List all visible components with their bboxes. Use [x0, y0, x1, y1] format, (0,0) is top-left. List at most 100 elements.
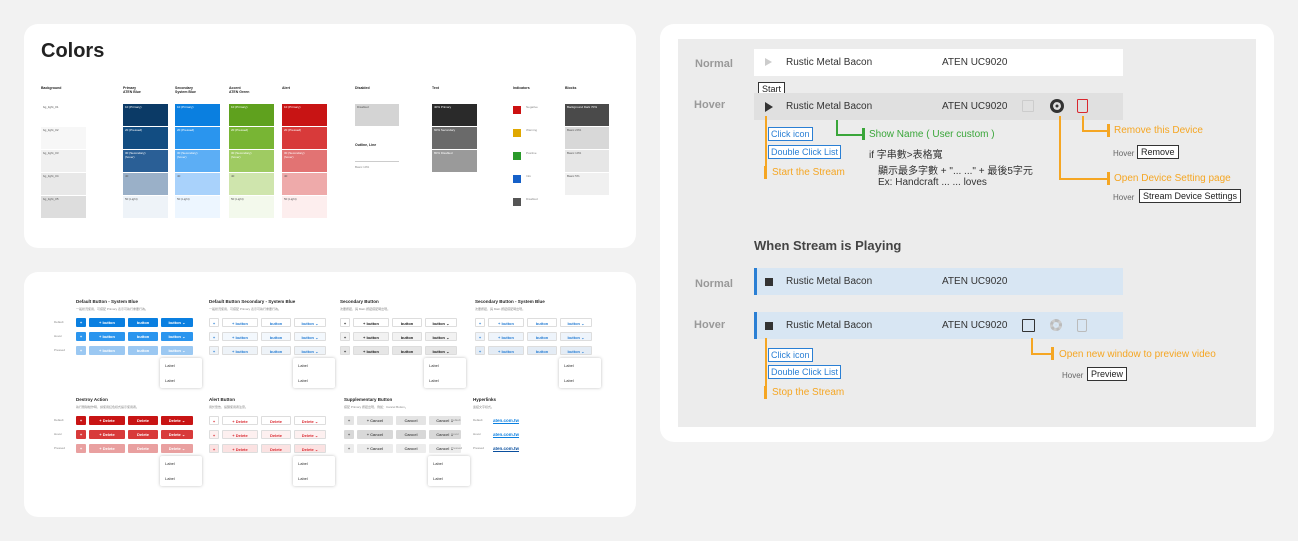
- button[interactable]: button: [261, 346, 291, 355]
- dropdown-item[interactable]: Label: [160, 456, 202, 471]
- button[interactable]: button: [392, 346, 422, 355]
- dropdown-item[interactable]: Label: [293, 456, 335, 471]
- button-with-icon[interactable]: + Delete: [89, 430, 125, 439]
- dropdown-item[interactable]: Label: [428, 456, 470, 471]
- dropdown-button[interactable]: button ⌄: [294, 346, 326, 355]
- dropdown-button[interactable]: button ⌄: [425, 332, 457, 341]
- button-with-icon[interactable]: + Cancel: [357, 444, 393, 453]
- icon-button[interactable]: +: [344, 416, 354, 425]
- icon-button[interactable]: +: [475, 318, 485, 327]
- device-row-playing-hover[interactable]: Rustic Metal Bacon ATEN UC9020: [754, 312, 1123, 339]
- button-with-icon[interactable]: + Delete: [222, 416, 258, 425]
- button[interactable]: Delete: [128, 444, 158, 453]
- icon-button[interactable]: +: [344, 430, 354, 439]
- button[interactable]: Delete: [261, 416, 291, 425]
- gear-icon[interactable]: [1050, 99, 1064, 113]
- icon-button[interactable]: +: [209, 318, 219, 327]
- icon-button[interactable]: +: [76, 318, 86, 327]
- icon-button[interactable]: +: [340, 318, 350, 327]
- button-with-icon[interactable]: + button: [222, 332, 258, 341]
- button-with-icon[interactable]: + button: [89, 332, 125, 341]
- device-row-playing-normal[interactable]: Rustic Metal Bacon ATEN UC9020: [754, 268, 1123, 295]
- dropdown-button[interactable]: Delete ⌄: [161, 416, 193, 425]
- icon-button[interactable]: +: [475, 332, 485, 341]
- dropdown-button[interactable]: button ⌄: [560, 318, 592, 327]
- button-with-icon[interactable]: + Cancel: [357, 430, 393, 439]
- icon-button[interactable]: +: [76, 444, 86, 453]
- dropdown-button[interactable]: button ⌄: [161, 346, 193, 355]
- dropdown-button[interactable]: Delete ⌄: [161, 430, 193, 439]
- dropdown-item[interactable]: Label: [293, 358, 335, 373]
- icon-button[interactable]: +: [344, 444, 354, 453]
- dropdown-button[interactable]: Delete ⌄: [161, 444, 193, 453]
- dropdown-item[interactable]: Label: [428, 471, 470, 486]
- trash-icon[interactable]: [1077, 99, 1088, 113]
- dropdown-button[interactable]: Delete ⌄: [294, 430, 326, 439]
- dropdown-button[interactable]: button ⌄: [294, 332, 326, 341]
- button-with-icon[interactable]: + button: [488, 332, 524, 341]
- stop-icon[interactable]: [765, 278, 773, 286]
- button[interactable]: button: [392, 332, 422, 341]
- button[interactable]: Delete: [128, 416, 158, 425]
- button-with-icon[interactable]: + Delete: [89, 444, 125, 453]
- icon-button[interactable]: +: [340, 332, 350, 341]
- button-with-icon[interactable]: + Delete: [89, 416, 125, 425]
- icon-button[interactable]: +: [209, 444, 219, 453]
- dropdown-item[interactable]: Label: [424, 373, 466, 388]
- hyperlink[interactable]: aten.com.tw: [493, 446, 519, 451]
- dropdown-item[interactable]: Label: [559, 358, 601, 373]
- dropdown-button[interactable]: button ⌄: [294, 318, 326, 327]
- dropdown-item[interactable]: Label: [293, 373, 335, 388]
- button[interactable]: button: [128, 318, 158, 327]
- button-with-icon[interactable]: + button: [488, 318, 524, 327]
- dropdown-button[interactable]: button ⌄: [560, 346, 592, 355]
- button-with-icon[interactable]: + Delete: [222, 444, 258, 453]
- hyperlink[interactable]: aten.com.tw: [493, 418, 519, 423]
- button-with-icon[interactable]: + button: [353, 346, 389, 355]
- dropdown-item[interactable]: Label: [293, 471, 335, 486]
- icon-button[interactable]: +: [76, 332, 86, 341]
- icon-button[interactable]: +: [76, 430, 86, 439]
- button[interactable]: button: [392, 318, 422, 327]
- button-with-icon[interactable]: + button: [488, 346, 524, 355]
- hyperlink[interactable]: aten.com.tw: [493, 432, 519, 437]
- button[interactable]: Cancel: [396, 444, 426, 453]
- button[interactable]: Delete: [128, 430, 158, 439]
- icon-button[interactable]: +: [340, 346, 350, 355]
- button[interactable]: Cancel: [396, 416, 426, 425]
- button[interactable]: button: [261, 332, 291, 341]
- button[interactable]: button: [527, 346, 557, 355]
- dropdown-button[interactable]: button ⌄: [161, 332, 193, 341]
- icon-button[interactable]: +: [76, 416, 86, 425]
- device-row-normal[interactable]: Rustic Metal Bacon ATEN UC9020: [754, 49, 1123, 76]
- button-with-icon[interactable]: + button: [89, 318, 125, 327]
- dropdown-button[interactable]: Delete ⌄: [294, 444, 326, 453]
- button[interactable]: button: [261, 318, 291, 327]
- button[interactable]: button: [527, 318, 557, 327]
- device-row-hover[interactable]: Rustic Metal Bacon ATEN UC9020: [754, 93, 1123, 120]
- dropdown-button[interactable]: button ⌄: [560, 332, 592, 341]
- dropdown-button[interactable]: button ⌄: [425, 346, 457, 355]
- button[interactable]: Delete: [261, 430, 291, 439]
- button[interactable]: button: [128, 332, 158, 341]
- button[interactable]: Cancel: [396, 430, 426, 439]
- icon-button[interactable]: +: [475, 346, 485, 355]
- button[interactable]: button: [128, 346, 158, 355]
- dropdown-button[interactable]: Delete ⌄: [294, 416, 326, 425]
- icon-button[interactable]: +: [209, 430, 219, 439]
- dropdown-item[interactable]: Label: [424, 358, 466, 373]
- stop-icon[interactable]: [765, 322, 773, 330]
- dropdown-button[interactable]: button ⌄: [161, 318, 193, 327]
- button[interactable]: button: [527, 332, 557, 341]
- button-with-icon[interactable]: + button: [89, 346, 125, 355]
- dropdown-item[interactable]: Label: [160, 358, 202, 373]
- button-with-icon[interactable]: + button: [222, 318, 258, 327]
- button-with-icon[interactable]: + Delete: [222, 430, 258, 439]
- play-icon[interactable]: [765, 102, 773, 112]
- dropdown-button[interactable]: button ⌄: [425, 318, 457, 327]
- dropdown-item[interactable]: Label: [160, 471, 202, 486]
- icon-button[interactable]: +: [209, 416, 219, 425]
- button-with-icon[interactable]: + button: [222, 346, 258, 355]
- play-icon[interactable]: [765, 58, 772, 66]
- button-with-icon[interactable]: + button: [353, 332, 389, 341]
